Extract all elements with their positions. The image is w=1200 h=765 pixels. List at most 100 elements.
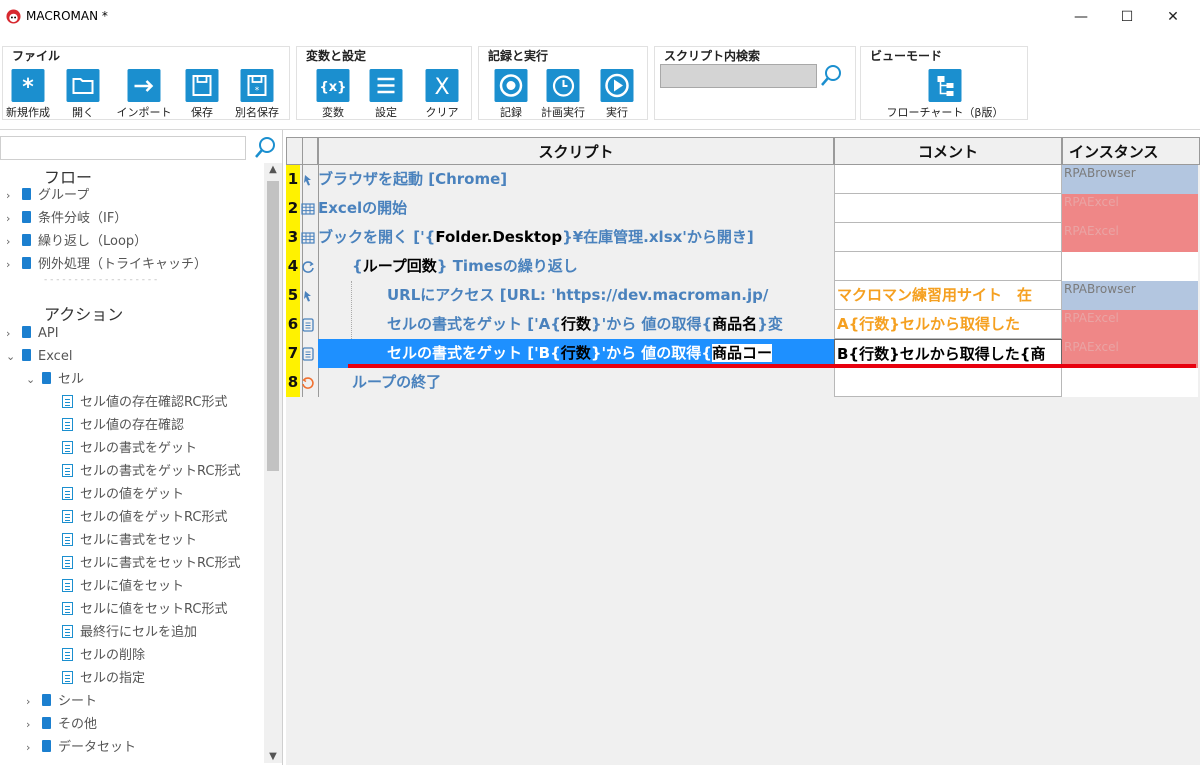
search-icon[interactable] [819,63,845,89]
tree-leaf-label: セルの値をゲットRC形式 [80,510,228,525]
new-button[interactable]: * 新規作成 [0,67,56,119]
tree-leaf-set-format-rc[interactable]: セルに書式をセットRC形式 [62,553,240,575]
chevron-right-icon[interactable]: › [6,323,22,345]
chevron-right-icon[interactable]: › [26,691,42,713]
comment-cell[interactable]: マクロマン練習用サイト 在 [834,281,1062,310]
book-icon [22,234,31,246]
script-row[interactable]: 3 ブックを開く ['{Folder.Desktop}¥在庫管理.xlsx'から… [286,223,1200,252]
minimize-button[interactable]: — [1058,0,1104,34]
comment-cell[interactable]: A{行数}セルから取得した [834,310,1062,339]
tree-leaf-get-value-rc[interactable]: セルの値をゲットRC形式 [62,507,227,529]
script-row[interactable]: 4 {ループ回数} Timesの繰り返し [286,252,1200,281]
chevron-right-icon[interactable]: › [26,714,42,736]
floppy-icon [185,69,219,102]
scroll-down-arrow-icon[interactable]: ▼ [264,751,282,762]
instance-cell[interactable] [1062,252,1198,281]
run-button[interactable]: 実行 [589,67,645,119]
folder-icon [66,69,100,102]
excel-cell-icon [302,347,314,361]
tree-item-cell[interactable]: ⌄ セル [26,369,84,391]
comment-cell[interactable] [834,194,1062,223]
book-icon [22,188,31,200]
script-row[interactable]: 2 Excelの開始 RPAExcel [286,194,1200,223]
tree-item-group[interactable]: › グループ [6,185,89,207]
instance-cell[interactable]: RPABrowser [1062,281,1198,310]
document-icon [62,533,73,546]
tree-leaf-cell-exists[interactable]: セル値の存在確認 [62,415,184,437]
settings-button[interactable]: 設定 [358,67,414,119]
flowchart-button[interactable]: フローチャート（β版） [887,67,1003,119]
clear-button[interactable]: X クリア [414,67,470,119]
variable-token: Folder.Desktop [435,228,563,246]
instance-cell[interactable]: RPABrowser [1062,165,1198,194]
instance-cell[interactable]: RPAExcel [1062,223,1198,252]
tree-leaf-set-value-rc[interactable]: セルに値をセットRC形式 [62,599,227,621]
script-row[interactable]: 8 ループの終了 [286,368,1200,397]
chevron-down-icon[interactable]: ⌄ [26,369,42,391]
list-lines-icon [369,69,403,102]
save-button[interactable]: 保存 [174,67,230,119]
instance-cell[interactable] [1062,368,1198,397]
tree-item-dataset[interactable]: › データセット [26,737,136,759]
chevron-down-icon[interactable]: ⌄ [6,346,22,368]
scroll-up-arrow-icon[interactable]: ▲ [264,164,282,175]
tree-leaf-set-format[interactable]: セルに書式をセット [62,530,197,552]
comment-cell[interactable] [834,165,1062,194]
instance-column-header[interactable]: インスタンス [1062,137,1200,165]
tree-item-try-catch[interactable]: › 例外処理（トライキャッチ） [6,254,207,276]
tree-leaf-get-format[interactable]: セルの書式をゲット [62,438,197,460]
tree-item-excel[interactable]: ⌄ Excel [6,346,72,368]
instance-cell[interactable]: RPAExcel [1062,194,1198,223]
action-search-icon[interactable] [252,135,278,161]
browser-action-icon [304,291,311,302]
chevron-right-icon[interactable]: › [6,254,22,276]
scrollbar-thumb[interactable] [267,181,279,471]
tree-item-if[interactable]: › 条件分岐（IF） [6,208,127,230]
tree-item-other[interactable]: › その他 [26,714,97,736]
comment-cell[interactable] [834,368,1062,397]
script-row[interactable]: 5 URLにアクセス [URL: 'https://dev.macroman.j… [286,281,1200,310]
script-row[interactable]: 6 セルの書式をゲット ['A{行数}'から 値の取得{商品名}変 A{行数}セ… [286,310,1200,339]
tree-leaf-cell-exists-rc[interactable]: セル値の存在確認RC形式 [62,392,227,414]
script-text-part: }'から 値の取得{ [590,315,713,333]
chevron-right-icon[interactable]: › [6,208,22,230]
tree-item-loop[interactable]: › 繰り返し（Loop） [6,231,147,253]
comment-cell[interactable] [834,252,1062,281]
tree-leaf-select-cell[interactable]: セルの指定 [62,668,145,690]
script-search-input[interactable] [660,64,817,88]
maximize-button[interactable]: ☐ [1104,0,1150,34]
line-number: 5 [286,281,300,310]
app-window: MACROMAN * — ☐ ✕ ファイル * 新規作成 開く インポート 保存 [0,0,1200,765]
script-text: ブラウザを起動 [Chrome] [318,165,832,194]
document-icon [62,602,73,615]
comment-cell[interactable] [834,223,1062,252]
script-text-part: URLにアクセス [URL: 'https://dev.macroman.jp/ [387,286,769,304]
variable-x-icon: {x} [316,69,350,102]
chevron-right-icon[interactable]: › [26,737,42,759]
open-button[interactable]: 開く [55,67,111,119]
comment-column-header[interactable]: コメント [834,137,1062,165]
action-search-input[interactable] [0,136,246,160]
tree-item-sheet[interactable]: › シート [26,691,97,713]
instance-cell[interactable]: RPAExcel [1062,310,1198,339]
tree-leaf-get-value[interactable]: セルの値をゲット [62,484,184,506]
chevron-right-icon[interactable]: › [6,185,22,207]
tree-leaf-label: 最終行にセルを追加 [80,625,198,640]
tree-leaf-delete-cell[interactable]: セルの削除 [62,645,145,667]
script-column-header[interactable]: スクリプト [318,137,834,165]
script-row[interactable]: 1 ブラウザを起動 [Chrome] RPABrowser [286,165,1200,194]
tree-item-api[interactable]: › API [6,323,59,345]
tree-scrollbar[interactable]: ▲ ▼ [264,163,282,763]
close-button[interactable]: ✕ [1150,0,1196,34]
tree-leaf-get-format-rc[interactable]: セルの書式をゲットRC形式 [62,461,240,483]
import-button[interactable]: インポート [116,67,172,119]
save-as-button[interactable]: * 別名保存 [229,67,285,119]
excel-grid-icon [301,232,315,244]
tree-item-label: グループ [38,188,90,203]
tree-leaf-add-last-row[interactable]: 最終行にセルを追加 [62,622,197,644]
line-number: 1 [286,165,300,194]
arrow-right-icon [127,69,161,102]
tree-leaf-set-value[interactable]: セルに値をセット [62,576,184,598]
script-text: URLにアクセス [URL: 'https://dev.macroman.jp/ [387,281,832,310]
chevron-right-icon[interactable]: › [6,231,22,253]
